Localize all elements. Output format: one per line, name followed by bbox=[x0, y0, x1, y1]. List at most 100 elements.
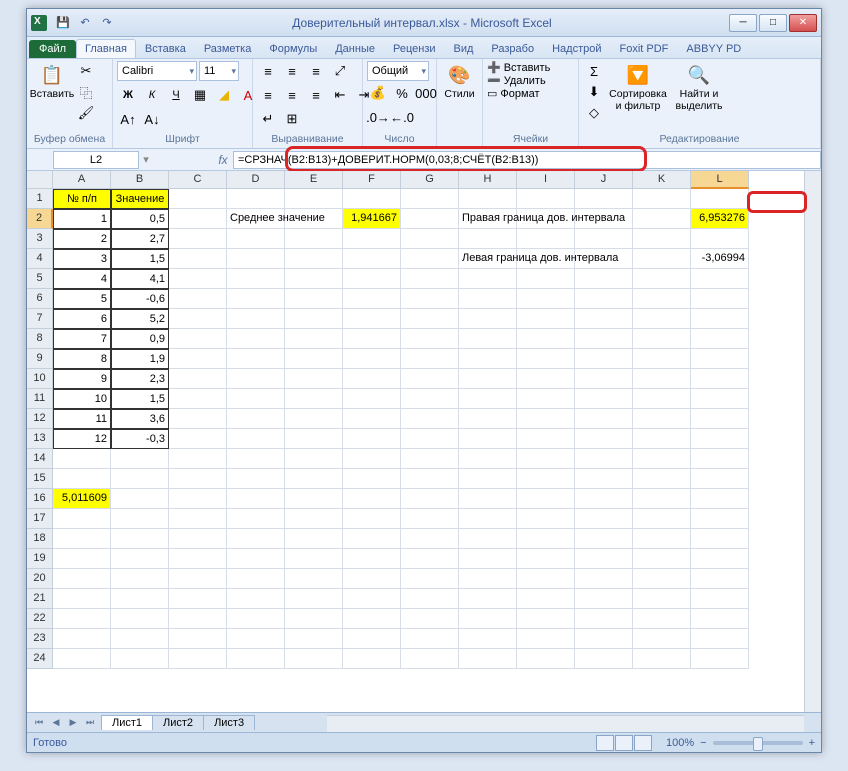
cell-C13[interactable] bbox=[169, 429, 227, 449]
cell-G3[interactable] bbox=[401, 229, 459, 249]
cell-G22[interactable] bbox=[401, 609, 459, 629]
cell-G24[interactable] bbox=[401, 649, 459, 669]
cell-K9[interactable] bbox=[633, 349, 691, 369]
normal-view-icon[interactable] bbox=[596, 735, 614, 751]
row-header-19[interactable]: 19 bbox=[27, 549, 53, 569]
cell-C2[interactable] bbox=[169, 209, 227, 229]
cell-I12[interactable] bbox=[517, 409, 575, 429]
prev-sheet-icon[interactable]: ◀ bbox=[48, 715, 64, 731]
cell-A1[interactable]: № п/п bbox=[53, 189, 111, 209]
cell-G18[interactable] bbox=[401, 529, 459, 549]
cell-F20[interactable] bbox=[343, 569, 401, 589]
cell-D23[interactable] bbox=[227, 629, 285, 649]
cell-H6[interactable] bbox=[459, 289, 517, 309]
cell-D11[interactable] bbox=[227, 389, 285, 409]
cell-I22[interactable] bbox=[517, 609, 575, 629]
first-sheet-icon[interactable]: ⏮ bbox=[31, 715, 47, 731]
cell-I21[interactable] bbox=[517, 589, 575, 609]
delete-cells-button[interactable]: ➖Удалить bbox=[487, 74, 546, 87]
cell-F5[interactable] bbox=[343, 269, 401, 289]
cell-J6[interactable] bbox=[575, 289, 633, 309]
cell-C10[interactable] bbox=[169, 369, 227, 389]
cell-B20[interactable] bbox=[111, 569, 169, 589]
cell-J23[interactable] bbox=[575, 629, 633, 649]
cell-J10[interactable] bbox=[575, 369, 633, 389]
indent-dec-icon[interactable]: ⇤ bbox=[329, 85, 351, 105]
cell-E15[interactable] bbox=[285, 469, 343, 489]
copy-icon[interactable]: ⿻ bbox=[75, 82, 97, 102]
format-painter-icon[interactable]: 🖌 bbox=[75, 103, 97, 123]
cell-E22[interactable] bbox=[285, 609, 343, 629]
cell-H22[interactable] bbox=[459, 609, 517, 629]
cell-E13[interactable] bbox=[285, 429, 343, 449]
cell-K12[interactable] bbox=[633, 409, 691, 429]
align-top-icon[interactable]: ≡ bbox=[257, 61, 279, 81]
cell-G7[interactable] bbox=[401, 309, 459, 329]
cell-A18[interactable] bbox=[53, 529, 111, 549]
page-break-view-icon[interactable] bbox=[634, 735, 652, 751]
cell-L20[interactable] bbox=[691, 569, 749, 589]
cell-I5[interactable] bbox=[517, 269, 575, 289]
cell-H10[interactable] bbox=[459, 369, 517, 389]
insert-cells-button[interactable]: ➕Вставить bbox=[487, 61, 550, 74]
cell-D1[interactable] bbox=[227, 189, 285, 209]
cell-B12[interactable]: 3,6 bbox=[111, 409, 169, 429]
row-header-13[interactable]: 13 bbox=[27, 429, 53, 449]
cell-I6[interactable] bbox=[517, 289, 575, 309]
row-header-17[interactable]: 17 bbox=[27, 509, 53, 529]
col-header-C[interactable]: C bbox=[169, 171, 227, 189]
cell-H15[interactable] bbox=[459, 469, 517, 489]
cell-I18[interactable] bbox=[517, 529, 575, 549]
cell-D4[interactable] bbox=[227, 249, 285, 269]
cell-D5[interactable] bbox=[227, 269, 285, 289]
cell-L19[interactable] bbox=[691, 549, 749, 569]
cell-J17[interactable] bbox=[575, 509, 633, 529]
cell-D12[interactable] bbox=[227, 409, 285, 429]
cell-J3[interactable] bbox=[575, 229, 633, 249]
cell-L5[interactable] bbox=[691, 269, 749, 289]
col-header-I[interactable]: I bbox=[517, 171, 575, 189]
cell-K11[interactable] bbox=[633, 389, 691, 409]
bold-button[interactable]: Ж bbox=[117, 85, 139, 105]
cell-C22[interactable] bbox=[169, 609, 227, 629]
tab-file[interactable]: Файл bbox=[29, 40, 76, 58]
cell-I24[interactable] bbox=[517, 649, 575, 669]
tab-insert[interactable]: Вставка bbox=[136, 39, 195, 58]
cell-I9[interactable] bbox=[517, 349, 575, 369]
cell-D3[interactable] bbox=[227, 229, 285, 249]
cell-G13[interactable] bbox=[401, 429, 459, 449]
cell-B23[interactable] bbox=[111, 629, 169, 649]
cell-D21[interactable] bbox=[227, 589, 285, 609]
cell-A5[interactable]: 4 bbox=[53, 269, 111, 289]
cell-E10[interactable] bbox=[285, 369, 343, 389]
save-icon[interactable]: 💾 bbox=[55, 15, 71, 31]
percent-icon[interactable]: % bbox=[391, 83, 413, 103]
cell-K2[interactable] bbox=[633, 209, 691, 229]
col-header-J[interactable]: J bbox=[575, 171, 633, 189]
row-header-21[interactable]: 21 bbox=[27, 589, 53, 609]
cell-E8[interactable] bbox=[285, 329, 343, 349]
row-header-24[interactable]: 24 bbox=[27, 649, 53, 669]
cell-G5[interactable] bbox=[401, 269, 459, 289]
zoom-slider[interactable] bbox=[713, 741, 803, 745]
cell-B2[interactable]: 0,5 bbox=[111, 209, 169, 229]
cell-L4[interactable]: -3,06994 bbox=[691, 249, 749, 269]
cell-H14[interactable] bbox=[459, 449, 517, 469]
cell-G9[interactable] bbox=[401, 349, 459, 369]
cell-F6[interactable] bbox=[343, 289, 401, 309]
cell-G14[interactable] bbox=[401, 449, 459, 469]
cell-E19[interactable] bbox=[285, 549, 343, 569]
font-size-combo[interactable]: 11 bbox=[199, 61, 239, 81]
cell-D9[interactable] bbox=[227, 349, 285, 369]
cell-K19[interactable] bbox=[633, 549, 691, 569]
align-bottom-icon[interactable]: ≡ bbox=[305, 61, 327, 81]
row-header-22[interactable]: 22 bbox=[27, 609, 53, 629]
cell-I8[interactable] bbox=[517, 329, 575, 349]
cell-D14[interactable] bbox=[227, 449, 285, 469]
cell-H13[interactable] bbox=[459, 429, 517, 449]
tab-home[interactable]: Главная bbox=[76, 39, 136, 58]
cell-L23[interactable] bbox=[691, 629, 749, 649]
cell-A17[interactable] bbox=[53, 509, 111, 529]
cell-B13[interactable]: -0,3 bbox=[111, 429, 169, 449]
row-header-2[interactable]: 2 bbox=[27, 209, 53, 229]
